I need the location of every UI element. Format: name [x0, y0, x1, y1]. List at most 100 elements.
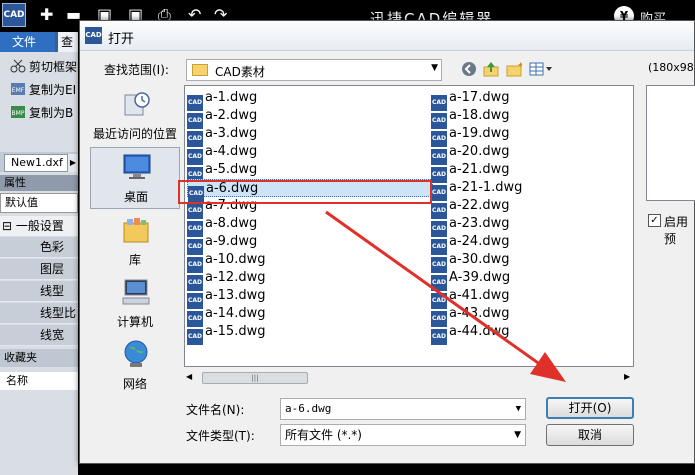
file-item[interactable]: CAD a-3.dwg	[187, 125, 258, 147]
file-item[interactable]: CAD a-10.dwg	[187, 251, 265, 273]
property-linetype[interactable]: 线型	[0, 281, 78, 302]
chevron-down-icon[interactable]: ▼	[516, 399, 521, 419]
file-item[interactable]: CAD a-21.dwg	[431, 161, 509, 183]
cut-frame-button[interactable]: 剪切框架	[10, 57, 77, 77]
file-item[interactable]: CAD a-44.dwg	[431, 323, 509, 345]
view-menu-icon[interactable]	[528, 61, 554, 79]
tab-scroll-right-icon[interactable]: ▶	[68, 154, 78, 172]
property-color[interactable]: 色彩	[0, 237, 78, 258]
general-settings-group[interactable]: ⊟ 一般设置	[0, 216, 78, 236]
scrollbar-thumb[interactable]: |||	[202, 372, 308, 384]
place-library[interactable]: 库	[90, 211, 180, 273]
scissors-icon	[10, 59, 26, 73]
copy-emf-label: 复制为EI	[29, 83, 77, 97]
copy-bmp-label: 复制为B	[29, 106, 74, 120]
place-recent[interactable]: 最近访问的位置	[90, 85, 180, 147]
file-item[interactable]: CAD a-1.dwg	[187, 89, 258, 111]
file-item[interactable]: CAD a-15.dwg	[187, 323, 266, 345]
file-item[interactable]: CAD a-14.dwg	[187, 305, 266, 327]
file-item[interactable]: CAD a-22.dwg	[431, 197, 510, 219]
default-value-select[interactable]: 默认值	[0, 193, 78, 213]
open-button[interactable]: 打开(O)	[546, 397, 634, 419]
file-item-label: a-41.dwg	[449, 288, 510, 303]
file-item[interactable]: CAD a-9.dwg	[187, 233, 257, 255]
file-item-label: a-12.dwg	[205, 270, 266, 285]
file-item[interactable]: CAD a-21-1.dwg	[431, 179, 522, 201]
file-item-label: a-15.dwg	[205, 324, 266, 339]
library-icon	[123, 218, 149, 243]
cancel-button[interactable]: 取消	[546, 424, 634, 446]
dialog-titlebar[interactable]: CAD 打开	[80, 21, 694, 51]
file-item[interactable]: CAD a-19.dwg	[431, 125, 510, 147]
horizontal-scrollbar[interactable]: ◀ ||| ▶	[184, 369, 634, 387]
file-name-input[interactable]: a-6.dwg ▼	[280, 398, 526, 420]
place-network-label: 网络	[122, 377, 147, 391]
property-linetype-scale[interactable]: 线型比	[0, 303, 78, 324]
new-folder-icon[interactable]: ✦	[505, 61, 525, 79]
file-name-value: a-6.dwg	[285, 402, 332, 415]
emf-badge: EMF	[12, 87, 25, 94]
computer-icon	[122, 279, 150, 305]
scroll-left-icon[interactable]: ◀	[186, 372, 192, 381]
file-item-label: a-13.dwg	[205, 288, 266, 303]
file-item-label: a-14.dwg	[205, 306, 266, 321]
file-item[interactable]: CAD a-13.dwg	[187, 287, 266, 309]
file-item[interactable]: CAD a-23.dwg	[431, 215, 509, 237]
file-item-label: a-3.dwg	[205, 126, 258, 141]
app-logo: CAD	[2, 3, 26, 27]
file-item[interactable]: CAD a-18.dwg	[431, 107, 510, 129]
copy-bmp-button[interactable]: BMP 复制为B	[10, 103, 73, 123]
file-item-label: a-22.dwg	[449, 198, 510, 213]
chevron-down-icon: ▼	[514, 430, 521, 440]
dialog-title: 打开	[108, 32, 135, 47]
name-column-header[interactable]: 名称	[0, 372, 78, 390]
document-tab[interactable]: New1.dxf	[4, 154, 68, 172]
file-item[interactable]: CAD a-43.dwg	[431, 305, 509, 327]
file-item-label: a-19.dwg	[449, 126, 510, 141]
file-item-label: a-24.dwg	[449, 234, 510, 249]
file-item[interactable]: CAD a-8.dwg	[187, 215, 258, 237]
new-icon[interactable]: ✚	[40, 6, 53, 24]
file-item[interactable]: CAD a-2.dwg	[187, 107, 258, 129]
dialog-app-icon: CAD	[85, 27, 102, 44]
scroll-right-icon[interactable]: ▶	[624, 372, 630, 381]
file-item[interactable]: CAD a-41.dwg	[431, 287, 510, 309]
open-dialog: CAD 打开 查找范围(I): CAD素材 ▼ ✦ 最近访问的位置 桌面 库 计…	[79, 20, 695, 464]
file-item[interactable]: CAD a-12.dwg	[187, 269, 266, 291]
menu-view[interactable]: 查	[58, 32, 78, 52]
file-list[interactable]: CAD a-1.dwg CAD a-2.dwg CAD a-3.dwg CAD a-4.dwg…	[184, 85, 634, 367]
file-item[interactable]: CAD a-30.dwg	[431, 251, 509, 273]
file-type-value: 所有文件 (*.*)	[285, 428, 362, 442]
look-in-value: CAD素材	[215, 65, 265, 79]
file-item[interactable]: CAD a-24.dwg	[431, 233, 510, 255]
file-item[interactable]: CAD a-4.dwg	[187, 143, 257, 165]
file-type-select[interactable]: 所有文件 (*.*) ▼	[280, 424, 526, 446]
preview-size: (180x98)	[648, 61, 695, 74]
favorites-header: 收藏夹	[0, 349, 78, 367]
emf-icon: EMF	[10, 82, 26, 96]
menu-file[interactable]: 文件	[0, 32, 55, 52]
file-item-label: a-8.dwg	[205, 216, 258, 231]
place-computer[interactable]: 计算机	[90, 273, 180, 335]
preview-checkbox[interactable]: ✓	[648, 214, 661, 227]
file-item-label: a-18.dwg	[449, 108, 510, 123]
place-desktop[interactable]: 桌面	[90, 147, 180, 209]
places-bar: 最近访问的位置 桌面 库 计算机 网络	[90, 85, 180, 397]
preview-pane	[646, 85, 695, 201]
look-in-select[interactable]: CAD素材 ▼	[186, 59, 442, 81]
file-item[interactable]: CAD a-5.dwg	[187, 161, 257, 183]
file-item[interactable]: CAD A-39.dwg	[431, 269, 511, 291]
file-item-label: A-39.dwg	[449, 270, 511, 285]
property-layer[interactable]: 图层	[0, 259, 78, 280]
file-item[interactable]: CAD a-17.dwg	[431, 89, 509, 111]
file-type-label: 文件类型(T):	[186, 429, 255, 443]
copy-emf-button[interactable]: EMF 复制为EI	[10, 80, 76, 100]
up-folder-icon[interactable]	[482, 61, 500, 79]
file-item-label: a-1.dwg	[205, 90, 258, 105]
place-network[interactable]: 网络	[90, 335, 180, 397]
file-item[interactable]: CAD a-20.dwg	[431, 143, 509, 165]
property-lineweight[interactable]: 线宽	[0, 325, 78, 346]
file-item-label: a-2.dwg	[205, 108, 258, 123]
back-icon[interactable]	[460, 61, 478, 79]
place-recent-label: 最近访问的位置	[92, 127, 177, 141]
